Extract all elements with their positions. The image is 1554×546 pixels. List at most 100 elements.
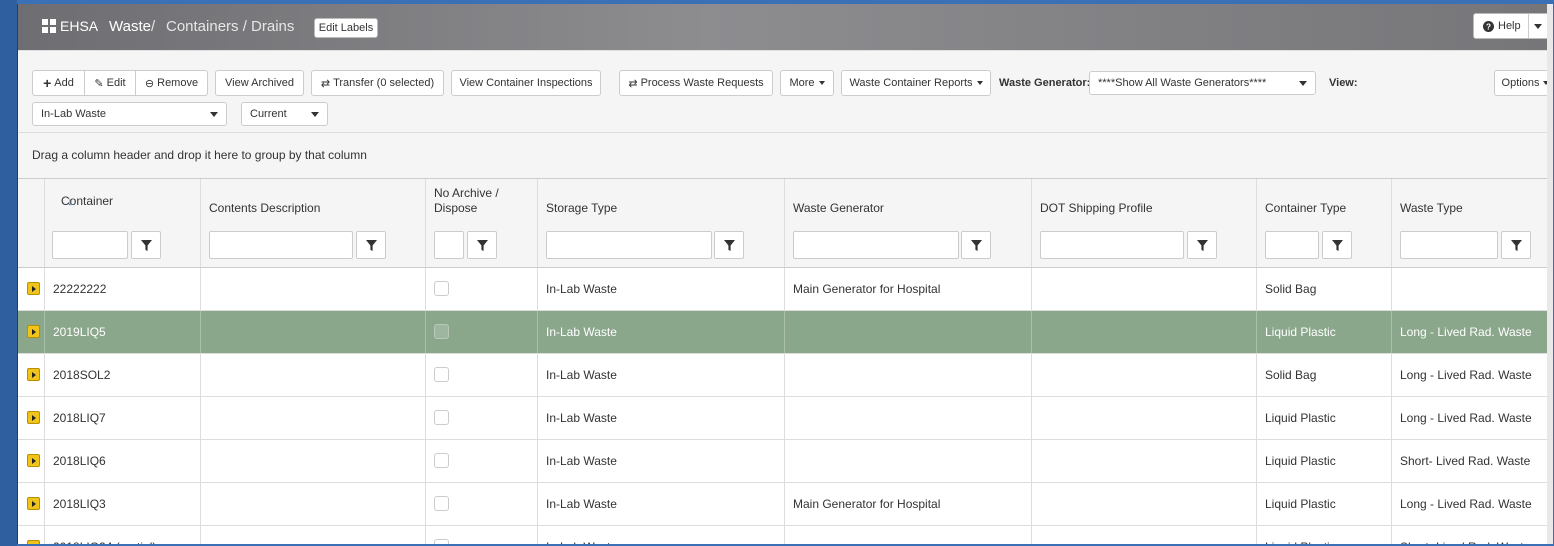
no-archive-checkbox[interactable] [434,324,449,339]
cell-dot [1031,483,1257,525]
top-nav-bar: EHSA Waste / Containers / Drains Edit La… [18,4,1553,50]
cell-generator [784,526,1032,544]
container-type-filter-button[interactable] [1322,231,1352,259]
transfer-button[interactable]: ⇄ Transfer (0 selected) [311,70,444,96]
transfer-arrows-icon: ⇄ [320,77,331,90]
expand-row-icon[interactable] [27,411,40,424]
header-storage-type[interactable]: Storage Type [537,179,785,223]
table-row[interactable]: 2018LIQ24 (partial) In-Lab Waste Liquid Pl… [18,526,1553,544]
waste-type-filter-input[interactable] [1400,231,1498,259]
remove-button[interactable]: ⊖ Remove [135,70,208,96]
cell-generator: Main Generator for Hospital [784,268,1032,310]
expand-row-icon[interactable] [27,540,40,544]
cell-no-archive [425,397,538,439]
cell-ctype: Solid Bag [1256,268,1392,310]
no-archive-checkbox[interactable] [434,367,449,382]
no-archive-checkbox[interactable] [434,281,449,296]
table-row[interactable]: 2018LIQ7 In-Lab Waste Liquid Plastic Long -… [18,397,1553,440]
brand-label: EHSA [60,18,99,34]
cell-dot [1031,526,1257,544]
add-button[interactable]: + Add [32,70,85,96]
filter-icon [971,240,982,251]
cell-storage: In-Lab Waste [537,397,785,439]
storage-type-select[interactable]: In-Lab Waste [32,102,227,126]
header-container-type[interactable]: Container Type [1256,179,1392,223]
waste-generator-filter-input[interactable] [793,231,959,259]
waste-type-filter-button[interactable] [1501,231,1531,259]
waste-generator-select[interactable]: ****Show All Waste Generators**** [1089,71,1316,95]
filter-expand-col [18,223,44,267]
view-container-inspections-button[interactable]: View Container Inspections [451,70,601,96]
cell-ctype: Liquid Plastic [1256,311,1392,353]
cell-ctype: Liquid Plastic [1256,397,1392,439]
cell-contents [200,268,426,310]
cell-storage: In-Lab Waste [537,483,785,525]
table-row[interactable]: 2018LIQ6 In-Lab Waste Liquid Plastic Short-… [18,440,1553,483]
header-contents-description[interactable]: Contents Description [200,179,426,223]
caret-down-icon [210,112,218,117]
header-no-archive-dispose[interactable]: No Archive / Dispose [425,179,538,223]
edit-labels-button[interactable]: Edit Labels [314,18,378,38]
dot-shipping-filter-button[interactable] [1187,231,1217,259]
group-drop-area[interactable]: Drag a column header and drop it here to… [18,132,1553,179]
header-expand-col [18,179,44,223]
storage-type-filter-button[interactable] [714,231,744,259]
storage-type-filter-input[interactable] [546,231,712,259]
cell-contents [200,397,426,439]
no-archive-checkbox[interactable] [434,410,449,425]
cell-dot [1031,440,1257,482]
filter-cell-storage-type [537,223,785,267]
cell-container: 2018LIQ24 (partial) [44,526,201,544]
apps-grid-icon [42,19,56,33]
filter-icon [477,240,488,251]
table-row[interactable]: 2019LIQ5 In-Lab Waste Liquid Plastic Long -… [18,311,1553,354]
waste-generator-label: Waste Generator: [999,77,1091,89]
header-waste-type[interactable]: Waste Type [1391,179,1553,223]
breadcrumb-waste[interactable]: Waste [109,18,151,35]
more-dropdown[interactable]: More [780,70,834,96]
container-filter-button[interactable] [131,231,161,259]
cell-container: 2018LIQ6 [44,440,201,482]
filter-cell-container-type [1256,223,1392,267]
edit-button[interactable]: ✎ Edit [84,70,136,96]
expand-row-icon[interactable] [27,325,40,338]
status-select[interactable]: Current [241,102,328,126]
waste-generator-filter-button[interactable] [961,231,991,259]
cell-wtype: Short- Lived Rad. Waste [1391,440,1553,482]
expand-row-icon[interactable] [27,454,40,467]
cell-ctype: Solid Bag [1256,354,1392,396]
contents-filter-button[interactable] [356,231,386,259]
no-archive-filter-input[interactable] [434,231,464,259]
waste-container-reports-dropdown[interactable]: Waste Container Reports [841,70,991,96]
transfer-arrows-icon: ⇄ [628,77,638,90]
process-waste-requests-button[interactable]: ⇄ Process Waste Requests [619,70,773,96]
brand-link[interactable]: EHSA [42,18,98,34]
app-window: EHSA Waste / Containers / Drains Edit La… [17,4,1553,544]
header-container[interactable]: Container ↓ [44,179,201,223]
expand-row-icon[interactable] [27,497,40,510]
container-type-filter-input[interactable] [1265,231,1319,259]
table-row[interactable]: 2018LIQ3 In-Lab Waste Main Generator for H… [18,483,1553,526]
contents-filter-input[interactable] [209,231,353,259]
container-filter-input[interactable] [52,231,128,259]
cell-wtype: Long - Lived Rad. Waste [1391,311,1553,353]
expand-row-icon[interactable] [27,282,40,295]
table-row[interactable]: 2018SOL2 In-Lab Waste Solid Bag Long - Live… [18,354,1553,397]
no-archive-checkbox[interactable] [434,453,449,468]
dot-shipping-filter-input[interactable] [1040,231,1184,259]
help-dropdown-caret[interactable] [1534,24,1542,29]
cell-wtype: Long - Lived Rad. Waste [1391,397,1553,439]
header-waste-generator[interactable]: Waste Generator [784,179,1032,223]
header-dot-shipping-profile[interactable]: DOT Shipping Profile [1031,179,1257,223]
table-row[interactable]: 22222222 In-Lab Waste Main Generator for H… [18,268,1553,311]
options-dropdown[interactable]: Options [1494,70,1553,96]
no-archive-checkbox[interactable] [434,496,449,511]
help-button[interactable]: ? Help [1473,13,1551,39]
no-archive-filter-button[interactable] [467,231,497,259]
cell-generator [784,440,1032,482]
view-archived-button[interactable]: View Archived [215,70,304,96]
no-archive-checkbox[interactable] [434,539,449,544]
pencil-icon: ✎ [94,77,104,90]
expand-row-icon[interactable] [27,368,40,381]
vertical-scrollbar[interactable] [1547,4,1553,544]
